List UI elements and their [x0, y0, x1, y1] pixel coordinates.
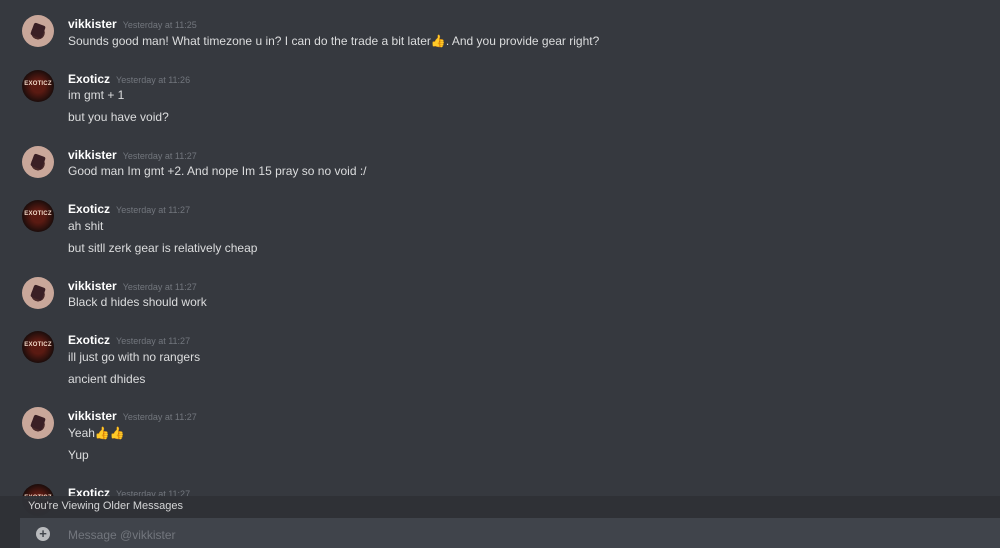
- message-header: vikkister Yesterday at 11:25: [68, 15, 197, 31]
- timestamp: Yesterday at 11:27: [122, 412, 197, 422]
- message-text: ill just go with no rangers: [68, 350, 201, 364]
- message-header: Exoticz Yesterday at 11:27: [68, 200, 190, 216]
- avatar[interactable]: [22, 407, 54, 439]
- avatar[interactable]: EXOTICZ: [22, 70, 54, 102]
- message-text: Yup: [68, 448, 89, 462]
- avatar[interactable]: [22, 146, 54, 178]
- message-header: Exoticz Yesterday at 11:27: [68, 331, 190, 347]
- username[interactable]: Exoticz: [68, 72, 110, 86]
- avatar[interactable]: EXOTICZ: [22, 331, 54, 363]
- message-text: Good man Im gmt +2. And nope Im 15 pray …: [68, 164, 367, 178]
- avatar[interactable]: [22, 15, 54, 47]
- timestamp: Yesterday at 11:27: [122, 282, 197, 292]
- timestamp: Yesterday at 11:25: [122, 20, 197, 30]
- avatar-label: EXOTICZ: [24, 81, 52, 87]
- timestamp: Yesterday at 11:27: [116, 205, 191, 215]
- message-input[interactable]: [66, 524, 970, 546]
- sidebar-edge: [0, 496, 20, 548]
- message-header: vikkister Yesterday at 11:27: [68, 407, 197, 423]
- message-text: but you have void?: [68, 110, 169, 124]
- older-messages-banner[interactable]: You're Viewing Older Messages: [20, 496, 1000, 518]
- message-text: Yeah👍👍: [68, 426, 125, 440]
- message-text: Sounds good man! What timezone u in? I c…: [68, 34, 600, 48]
- username[interactable]: vikkister: [68, 409, 117, 423]
- message-text: ah shit: [68, 219, 104, 233]
- timestamp: Yesterday at 11:26: [116, 75, 191, 85]
- message-header: Exoticz Yesterday at 11:26: [68, 70, 190, 86]
- username[interactable]: Exoticz: [68, 333, 110, 347]
- older-messages-label: You're Viewing Older Messages: [28, 500, 183, 512]
- avatar[interactable]: [22, 277, 54, 309]
- timestamp: Yesterday at 11:27: [116, 336, 191, 346]
- message-text: ancient dhides: [68, 372, 146, 386]
- username[interactable]: Exoticz: [68, 202, 110, 216]
- message-composer: +: [20, 518, 1000, 548]
- username[interactable]: vikkister: [68, 17, 117, 31]
- avatar[interactable]: EXOTICZ: [22, 200, 54, 232]
- username[interactable]: vikkister: [68, 279, 117, 293]
- timestamp: Yesterday at 11:27: [122, 151, 197, 161]
- username[interactable]: vikkister: [68, 148, 117, 162]
- chat-messages: vikkister Yesterday at 11:25 Sounds good …: [0, 0, 1000, 548]
- message-header: vikkister Yesterday at 11:27: [68, 146, 197, 162]
- message-header: vikkister Yesterday at 11:27: [68, 277, 197, 293]
- message-text: but sitll zerk gear is relatively cheap: [68, 241, 258, 255]
- avatar-label: EXOTICZ: [24, 342, 52, 348]
- message-text: im gmt + 1: [68, 88, 125, 102]
- plus-icon[interactable]: +: [36, 527, 50, 541]
- avatar-label: EXOTICZ: [24, 211, 52, 217]
- message-text: Black d hides should work: [68, 295, 207, 309]
